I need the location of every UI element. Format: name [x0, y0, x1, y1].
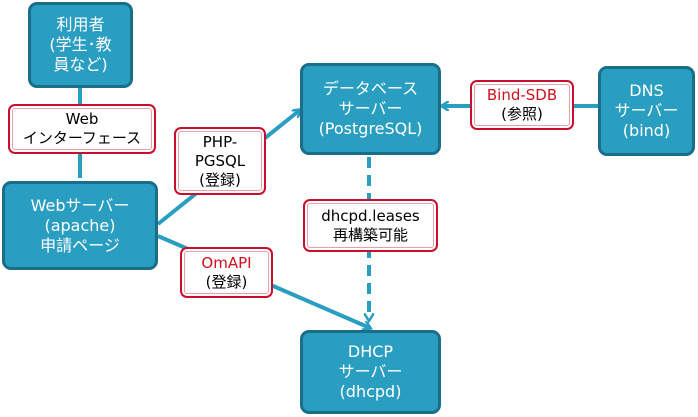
dhcpd-leases-line-1: dhcpd.leases [321, 206, 420, 225]
dns-line-2: サーバー [614, 101, 679, 120]
web-interface-line-2: インターフェース [22, 129, 142, 147]
omapi-line-2: (登録) [205, 272, 248, 291]
dhcpd-leases-line-2: 再構築可能 [332, 225, 408, 244]
web-line-3: 申請ページ [40, 235, 120, 255]
bind-sdb-line-2: (参照) [501, 105, 543, 123]
web-server-node: Webサーバー (apache) 申請ページ [2, 181, 158, 270]
php-pgsql-line-3: (登録) [199, 170, 241, 189]
db-line-3: (PostgreSQL) [318, 119, 423, 138]
db-line-1: データベース [322, 79, 419, 98]
web-line-2: (apache) [44, 215, 116, 235]
dns-line-1: DNS [629, 81, 664, 100]
dhcpd-leases-label: dhcpd.leases 再構築可能 [303, 199, 438, 252]
php-pgsql-line-1: PHP- [202, 132, 238, 151]
omapi-line-1: OmAPI [201, 253, 252, 272]
dhcp-line-3: (dhcpd) [339, 382, 402, 401]
dhcp-line-2: サーバー [338, 362, 403, 381]
dhcp-server-node: DHCP サーバー (dhcpd) [300, 330, 441, 414]
php-pgsql-line-2: PGSQL [194, 151, 246, 170]
user-line-1: 利用者 [56, 15, 105, 34]
web-line-1: Webサーバー [30, 195, 130, 215]
dns-server-node: DNS サーバー (bind) [598, 66, 695, 156]
dhcp-line-1: DHCP [347, 342, 394, 361]
bind-sdb-line-1: Bind-SDB [486, 86, 558, 104]
user-line-3: 員など) [53, 55, 108, 74]
database-server-node: データベース サーバー (PostgreSQL) [300, 63, 441, 155]
dns-line-3: (bind) [622, 121, 671, 140]
user-node: 利用者 (学生･教 員など) [28, 2, 133, 88]
bind-sdb-label: Bind-SDB (参照) [470, 80, 574, 130]
web-interface-line-1: Web [65, 110, 99, 128]
omapi-label: OmAPI (登録) [180, 247, 273, 298]
user-line-2: (学生･教 [49, 35, 112, 54]
php-pgsql-label: PHP- PGSQL (登録) [174, 127, 266, 195]
web-interface-label: Web インターフェース [8, 104, 156, 154]
db-line-2: サーバー [338, 99, 403, 118]
